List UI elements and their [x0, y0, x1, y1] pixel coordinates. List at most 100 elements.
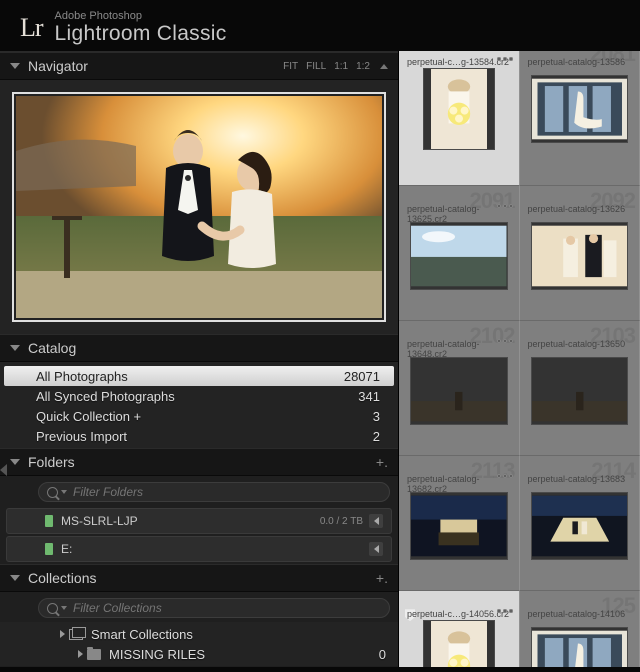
cell-badges[interactable]	[497, 609, 513, 613]
navigator-header[interactable]: Navigator FIT FILL 1:1 1:2	[0, 52, 398, 80]
thumbnail-image	[424, 621, 494, 667]
disclosure-down-icon	[10, 345, 20, 351]
volume-name: MS-SLRL-LJP	[61, 514, 320, 528]
cell-filename: perpetual-catalog-13650	[528, 339, 626, 349]
grid-cell[interactable]: 2092perpetual-catalog-13626	[520, 186, 640, 321]
volume-row[interactable]: MS-SLRL-LJP0.0 / 2 TB	[6, 508, 392, 534]
grid-cell[interactable]: perpetual-c…g-13584.cr2	[399, 51, 520, 186]
catalog-header[interactable]: Catalog	[0, 334, 398, 362]
brand-app: Lightroom Classic	[55, 22, 227, 45]
grid-cell[interactable]: 2091perpetual-catalog-13625.cr2	[399, 186, 520, 321]
catalog-row-count: 2	[373, 429, 380, 444]
folders-title: Folders	[28, 454, 376, 470]
cell-filename: perpetual-c…g-13584.cr2	[407, 57, 509, 67]
thumbnail-image	[532, 358, 628, 424]
collection-row[interactable]: Smart Collections	[0, 624, 398, 644]
cell-filename: perpetual-catalog-13626	[528, 204, 626, 214]
grid-cell[interactable]: 2081perpetual-catalog-13586	[520, 51, 640, 186]
search-icon	[47, 603, 58, 614]
expand-icon[interactable]	[60, 630, 65, 638]
disclosure-down-icon	[10, 459, 20, 465]
grid-cell[interactable]: perpetual-c…g-14056.cr2	[399, 591, 520, 667]
collections-title: Collections	[28, 570, 376, 586]
thumbnail-image	[411, 358, 507, 424]
brand-suite: Adobe Photoshop	[55, 10, 227, 22]
zoom-fit[interactable]: FIT	[283, 61, 298, 72]
cell-badges[interactable]	[497, 339, 513, 343]
catalog-title: Catalog	[28, 340, 388, 356]
disclosure-left-icon[interactable]	[369, 514, 383, 528]
disclosure-left-icon[interactable]	[369, 542, 383, 556]
dropdown-icon[interactable]	[61, 606, 67, 610]
collections-filter[interactable]	[38, 598, 390, 618]
zoom-ratio[interactable]: 1:2	[356, 61, 370, 72]
collections-list: Smart Collections MISSING RILES0	[0, 622, 398, 666]
grid-cell[interactable]: 2103perpetual-catalog-13650	[520, 321, 640, 456]
catalog-row-label: Quick Collection +	[36, 409, 373, 424]
thumbnail-image	[532, 223, 628, 289]
catalog-row[interactable]: Quick Collection +3	[4, 406, 394, 426]
cell-filename: perpetual-c…g-14056.cr2	[407, 609, 509, 619]
navigator-preview[interactable]	[0, 80, 398, 334]
disclosure-down-icon	[10, 575, 20, 581]
thumbnail-image	[532, 493, 628, 559]
thumbnail-image	[411, 493, 507, 559]
thumbnail-grid[interactable]: perpetual-c…g-13584.cr2 2081perpetual-cat…	[398, 51, 640, 667]
collection-count: 0	[379, 647, 386, 662]
zoom-menu-icon[interactable]	[380, 64, 388, 69]
app-header: Lr Adobe Photoshop Lightroom Classic	[0, 0, 640, 51]
navigator-title: Navigator	[28, 58, 283, 74]
lr-mark-icon: Lr	[20, 13, 43, 43]
cell-filename: perpetual-catalog-13586	[528, 57, 626, 67]
catalog-list: All Photographs28071All Synced Photograp…	[0, 362, 398, 448]
grid-cell[interactable]: 2114perpetual-catalog-13683	[520, 456, 640, 591]
folder-icon	[87, 649, 101, 660]
cell-filename: perpetual-catalog-14106	[528, 609, 626, 619]
preview-image	[16, 96, 382, 318]
catalog-row-count: 3	[373, 409, 380, 424]
catalog-row-count: 341	[358, 389, 380, 404]
volume-list: MS-SLRL-LJP0.0 / 2 TB E:	[0, 506, 398, 564]
disk-icon	[45, 515, 53, 527]
left-panel: Navigator FIT FILL 1:1 1:2	[0, 51, 398, 667]
catalog-row[interactable]: All Synced Photographs341	[4, 386, 394, 406]
volume-size: 0.0 / 2 TB	[320, 516, 363, 527]
add-collection-button[interactable]: +.	[376, 570, 388, 586]
collection-row[interactable]: MISSING RILES0	[0, 644, 398, 664]
cell-badges[interactable]	[497, 204, 513, 208]
cell-badges[interactable]	[497, 57, 513, 61]
dropdown-icon[interactable]	[61, 490, 67, 494]
catalog-row[interactable]: All Photographs28071	[4, 366, 394, 386]
grid-cell[interactable]: 2102perpetual-catalog-13648.cr2	[399, 321, 520, 456]
app-logo: Lr Adobe Photoshop Lightroom Classic	[20, 10, 227, 45]
collection-label: MISSING RILES	[109, 647, 379, 662]
catalog-row-label: All Photographs	[36, 369, 344, 384]
cell-filename: perpetual-catalog-13683	[528, 474, 626, 484]
smart-collection-icon	[69, 629, 83, 640]
cell-badges[interactable]	[497, 474, 513, 478]
grid-cell[interactable]: 2113perpetual-catalog-13682.cr2	[399, 456, 520, 591]
disk-icon	[45, 543, 53, 555]
catalog-row-label: Previous Import	[36, 429, 373, 444]
collection-label: Smart Collections	[91, 627, 386, 642]
search-icon	[47, 487, 58, 498]
volume-row[interactable]: E:	[6, 536, 392, 562]
volume-name: E:	[61, 542, 363, 556]
thumbnail-image	[532, 628, 628, 667]
thumbnail-image	[411, 223, 507, 289]
add-folder-button[interactable]: +.	[376, 454, 388, 470]
catalog-row-count: 28071	[344, 369, 380, 384]
collections-filter-input[interactable]	[73, 601, 381, 615]
catalog-row[interactable]: Previous Import2	[4, 426, 394, 446]
folders-filter-input[interactable]	[73, 485, 381, 499]
panel-collapse-button[interactable]	[0, 464, 7, 476]
catalog-row-label: All Synced Photographs	[36, 389, 358, 404]
zoom-fill[interactable]: FILL	[306, 61, 326, 72]
expand-icon[interactable]	[78, 650, 83, 658]
collections-header[interactable]: Collections +.	[0, 564, 398, 592]
zoom-1-1[interactable]: 1:1	[334, 61, 348, 72]
thumbnail-image	[424, 69, 494, 149]
folders-filter[interactable]	[38, 482, 390, 502]
folders-header[interactable]: Folders +.	[0, 448, 398, 476]
grid-cell[interactable]: 125perpetual-catalog-14106	[520, 591, 640, 667]
